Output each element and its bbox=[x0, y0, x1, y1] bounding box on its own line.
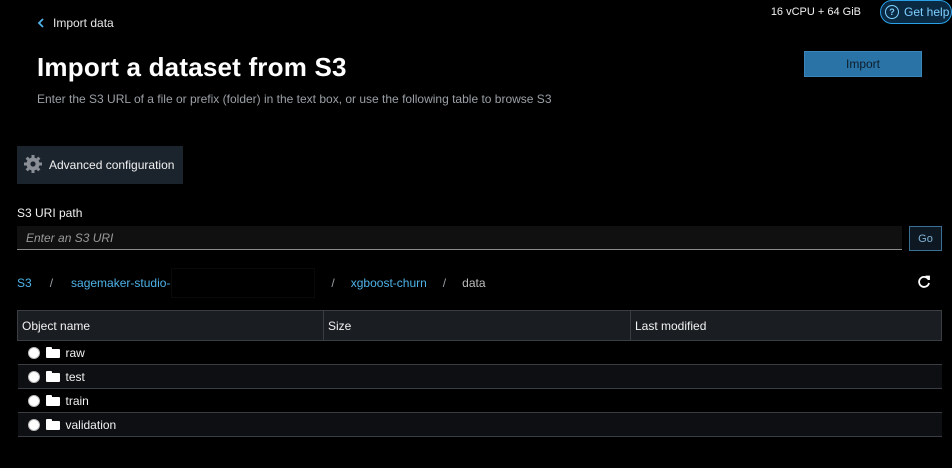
instance-resources: 16 vCPU + 64 GiB bbox=[770, 6, 861, 18]
folder-icon bbox=[45, 419, 60, 430]
row-select-radio[interactable] bbox=[27, 346, 40, 359]
breadcrumb-separator: / bbox=[442, 276, 447, 290]
page-title: Import a dataset from S3 bbox=[37, 52, 347, 82]
folder-icon bbox=[45, 347, 60, 358]
breadcrumb-separator: / bbox=[331, 276, 335, 290]
breadcrumb-bucket[interactable]: sagemaker-studio- bbox=[71, 276, 170, 290]
breadcrumb-separator: / bbox=[49, 276, 54, 290]
advanced-configuration-button[interactable]: Advanced configuration bbox=[17, 146, 183, 184]
object-name[interactable]: train bbox=[66, 394, 89, 408]
table-row[interactable]: validation bbox=[17, 412, 942, 437]
s3-uri-input[interactable] bbox=[17, 226, 902, 250]
table-header-row: Object name Size Last modified bbox=[17, 310, 942, 341]
table-row[interactable]: train bbox=[17, 388, 942, 413]
breadcrumb-current: data bbox=[462, 276, 486, 290]
get-help-button[interactable]: ? Get help bbox=[880, 0, 952, 24]
question-icon: ? bbox=[885, 5, 899, 19]
chevron-left-icon bbox=[37, 18, 45, 28]
folder-icon bbox=[45, 371, 60, 382]
object-name[interactable]: raw bbox=[66, 346, 85, 360]
s3-uri-label: S3 URI path bbox=[17, 206, 83, 220]
back-to-import-data-link[interactable]: Import data bbox=[37, 16, 114, 30]
column-header-size[interactable]: Size bbox=[323, 310, 631, 341]
folder-icon bbox=[45, 395, 60, 406]
breadcrumb-s3[interactable]: S3 bbox=[17, 276, 32, 290]
get-help-label: Get help bbox=[904, 5, 950, 19]
column-header-object-name[interactable]: Object name bbox=[17, 310, 324, 341]
go-button[interactable]: Go bbox=[909, 226, 942, 251]
row-select-radio[interactable] bbox=[27, 370, 40, 383]
table-row[interactable]: raw bbox=[17, 340, 942, 365]
object-name[interactable]: validation bbox=[66, 418, 117, 432]
back-link-label: Import data bbox=[53, 16, 114, 30]
row-select-radio[interactable] bbox=[27, 418, 40, 431]
object-name[interactable]: test bbox=[66, 370, 85, 384]
gear-icon bbox=[23, 154, 43, 177]
breadcrumb-folder[interactable]: xgboost-churn bbox=[351, 276, 427, 290]
refresh-icon[interactable] bbox=[916, 274, 932, 290]
breadcrumb: S3 / sagemaker-studio- / xgboost-churn /… bbox=[17, 268, 486, 298]
import-button[interactable]: Import bbox=[804, 51, 922, 77]
advanced-configuration-label: Advanced configuration bbox=[49, 158, 175, 172]
page-subtitle: Enter the S3 URL of a file or prefix (fo… bbox=[37, 92, 552, 106]
row-select-radio[interactable] bbox=[27, 394, 40, 407]
table-row[interactable]: test bbox=[17, 364, 942, 389]
redacted-region bbox=[171, 268, 316, 298]
column-header-last-modified[interactable]: Last modified bbox=[630, 310, 942, 341]
objects-table: Object name Size Last modified raw test bbox=[17, 310, 942, 437]
